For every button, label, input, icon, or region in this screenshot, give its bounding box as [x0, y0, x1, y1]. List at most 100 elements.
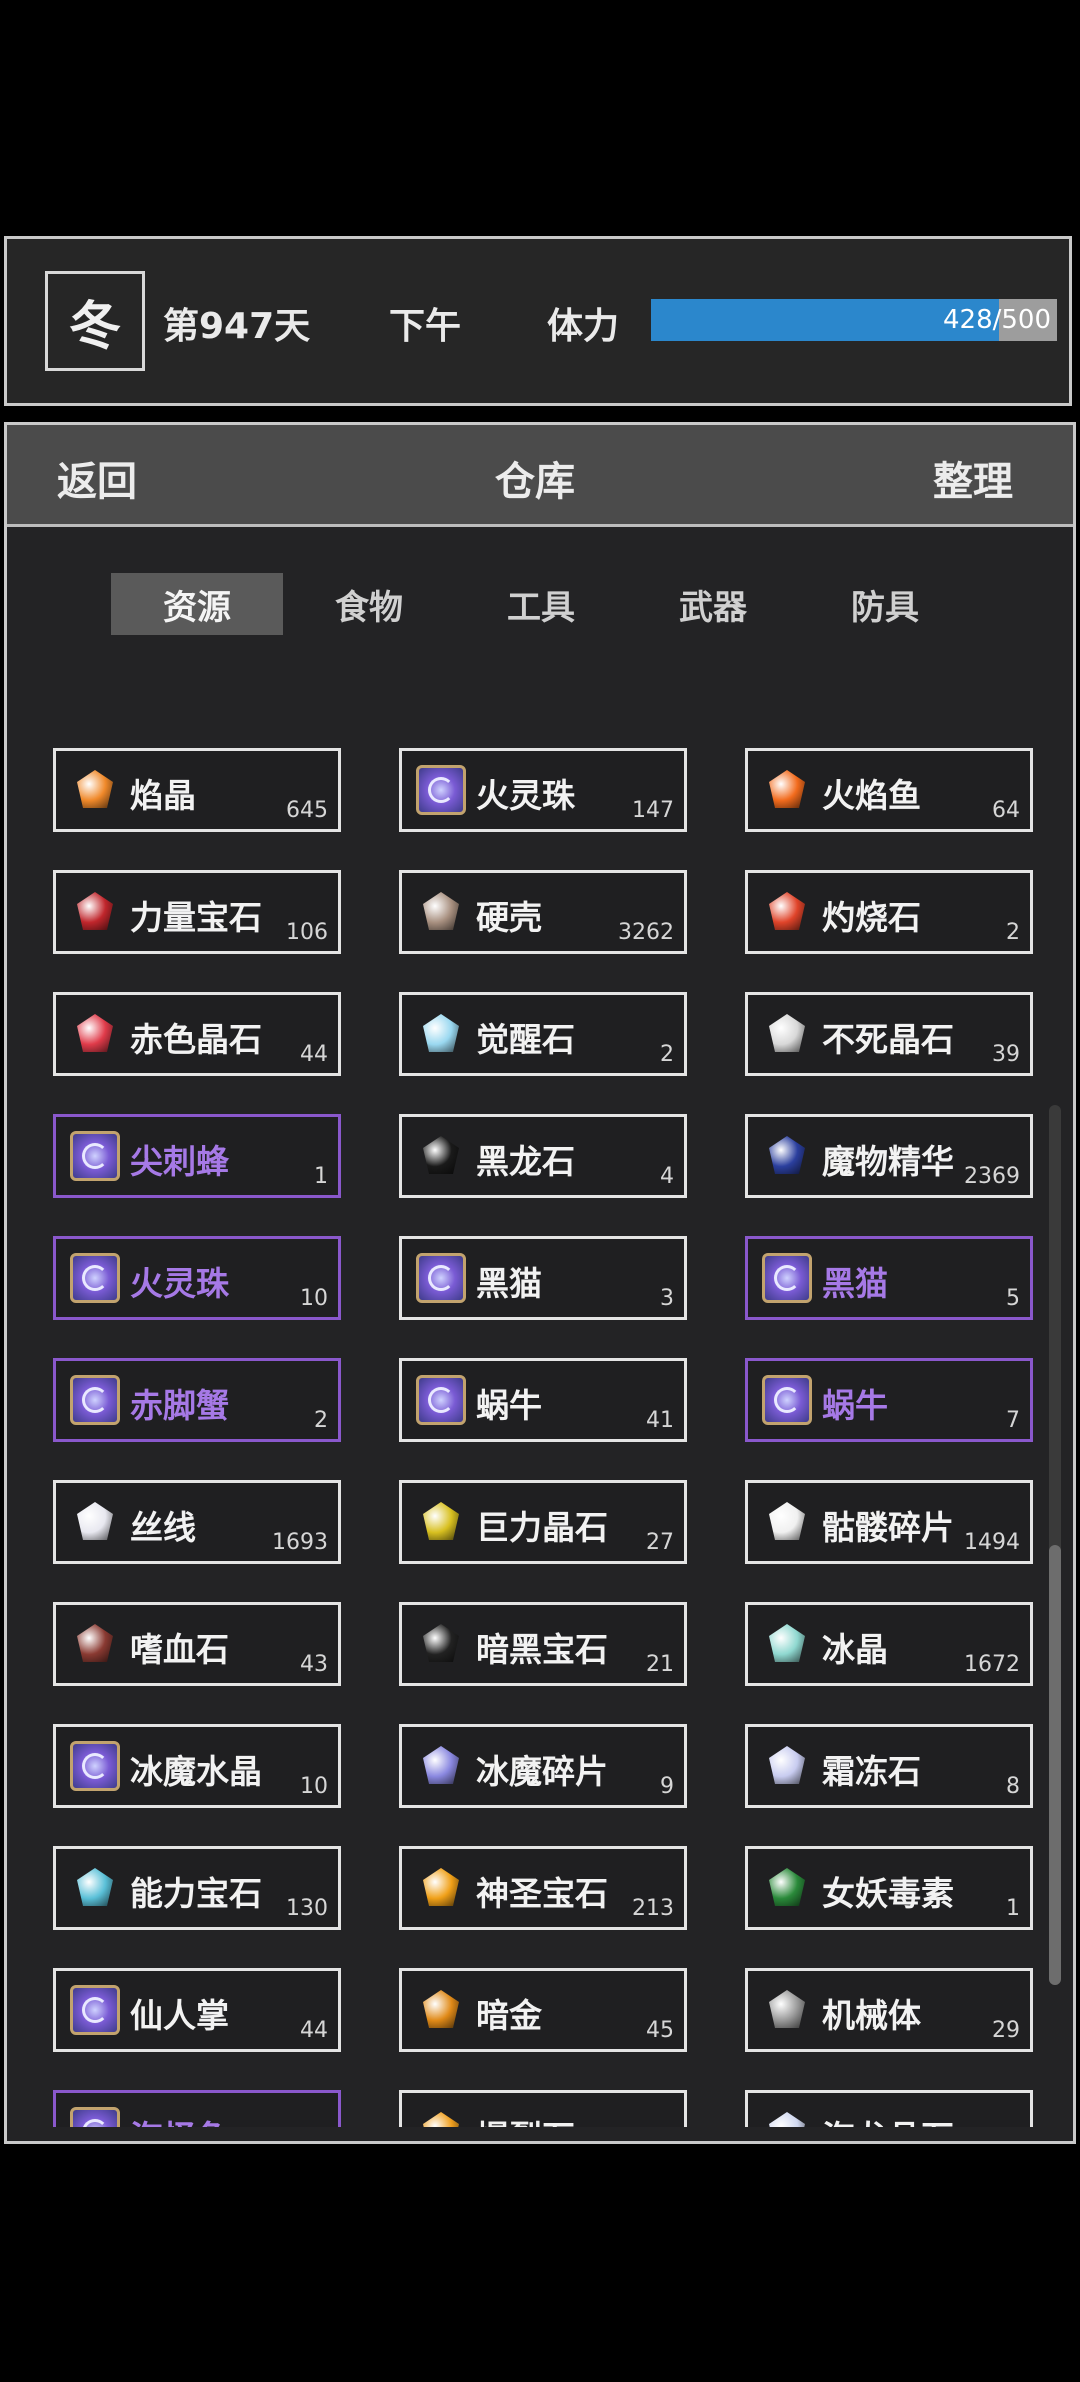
- tab-0[interactable]: 资源: [111, 573, 283, 635]
- item-count: 1494: [964, 1530, 1020, 1555]
- item-name: 觉醒石: [476, 1020, 575, 1059]
- scrollbar-thumb[interactable]: [1049, 1545, 1061, 1985]
- inventory-slot[interactable]: 骷髅碎片 1494: [745, 1480, 1033, 1564]
- item-count: 43: [300, 1652, 328, 1677]
- inventory-slot[interactable]: 霜冻石 8: [745, 1724, 1033, 1808]
- spirit-orb-icon: [70, 1131, 120, 1181]
- inventory-slot[interactable]: 爆裂石22: [399, 2090, 687, 2127]
- inventory-slot[interactable]: 海龙晶石2: [745, 2090, 1033, 2127]
- item-count: 213: [632, 1896, 674, 1921]
- item-count: 1693: [272, 1530, 328, 1555]
- item-count: 44: [300, 1042, 328, 1067]
- inventory-slot[interactable]: 机械体 29: [745, 1968, 1033, 2052]
- item-count: 9: [660, 1774, 674, 1799]
- item-count: 4: [660, 1164, 674, 1189]
- item-name: 暗黑宝石: [476, 1630, 608, 1669]
- inventory-slot[interactable]: 冰晶 1672: [745, 1602, 1033, 1686]
- item-count: 130: [286, 1896, 328, 1921]
- spirit-orb-icon: [70, 1375, 120, 1425]
- spirit-orb-icon: [70, 1253, 120, 1303]
- inventory-slot[interactable]: 魔物精华 2369: [745, 1114, 1033, 1198]
- item-name: 丝线: [130, 1508, 196, 1547]
- tab-2[interactable]: 工具: [455, 573, 627, 635]
- dark-gold-icon: [416, 1985, 466, 2035]
- item-count: 29: [992, 2018, 1020, 2043]
- item-count: 3262: [618, 920, 674, 945]
- flame-fish-icon: [762, 765, 812, 815]
- dark-gem-icon: [416, 1619, 466, 1669]
- item-name: 赤脚蟹: [130, 1386, 229, 1425]
- inventory-slot[interactable]: 硬壳 3262: [399, 870, 687, 954]
- item-count: 2: [314, 1408, 328, 1433]
- inventory-slot[interactable]: 暗金 45: [399, 1968, 687, 2052]
- spirit-orb-icon: [762, 1253, 812, 1303]
- inventory-slot[interactable]: 蜗牛 41: [399, 1358, 687, 1442]
- tab-1[interactable]: 食物: [283, 573, 455, 635]
- inventory-slot[interactable]: 尖刺蜂 1: [53, 1114, 341, 1198]
- item-count: 8: [1006, 1774, 1020, 1799]
- inventory-slot[interactable]: 火焰鱼 64: [745, 748, 1033, 832]
- inventory-slot[interactable]: 丝线 1693: [53, 1480, 341, 1564]
- power-gem-icon: [70, 887, 120, 937]
- item-name: 嗜血石: [130, 1630, 229, 1669]
- inventory-slot[interactable]: 蜗牛 7: [745, 1358, 1033, 1442]
- inventory-scroll-area[interactable]: 焰晶 645 火灵珠 147 火焰鱼 64 力量宝石 106 硬壳 3262 灼烧石 2 赤色晶石 44 觉…: [7, 725, 1073, 2127]
- ice-demon-shard-icon: [416, 1741, 466, 1791]
- item-count: 2: [1006, 920, 1020, 945]
- inventory-slot[interactable]: 力量宝石 106: [53, 870, 341, 954]
- inventory-slot[interactable]: 仙人掌 44: [53, 1968, 341, 2052]
- silk-thread-icon: [70, 1497, 120, 1547]
- item-count: 1: [1006, 1896, 1020, 1921]
- inventory-slot[interactable]: 冰魔碎片 9: [399, 1724, 687, 1808]
- inventory-slot[interactable]: 火灵珠 147: [399, 748, 687, 832]
- item-name: 骷髅碎片: [822, 1508, 954, 1547]
- inventory-slot[interactable]: 巨力晶石 27: [399, 1480, 687, 1564]
- back-button[interactable]: 返回: [57, 449, 137, 507]
- inventory-slot[interactable]: 赤脚蟹 2: [53, 1358, 341, 1442]
- scrollbar[interactable]: [1049, 1105, 1061, 1985]
- inventory-slot[interactable]: 冰魔水晶 10: [53, 1724, 341, 1808]
- tab-3[interactable]: 武器: [627, 573, 799, 635]
- flame-crystal-icon: [70, 765, 120, 815]
- spirit-orb-icon: [70, 1985, 120, 2035]
- sort-button[interactable]: 整理: [933, 449, 1013, 507]
- ice-crystal-icon: [762, 1619, 812, 1669]
- inventory-slot[interactable]: 能力宝石 130: [53, 1846, 341, 1930]
- item-name: 巨力晶石: [476, 1508, 608, 1547]
- item-count: 41: [646, 1408, 674, 1433]
- inventory-slot[interactable]: 黑猫 3: [399, 1236, 687, 1320]
- inventory-slot[interactable]: 觉醒石 2: [399, 992, 687, 1076]
- item-count: 1672: [964, 1652, 1020, 1677]
- scorch-stone-icon: [762, 887, 812, 937]
- item-name: 冰晶: [822, 1630, 888, 1669]
- inventory-slot[interactable]: 焰晶 645: [53, 748, 341, 832]
- stamina-label: 体力: [547, 306, 620, 347]
- item-count: 21: [646, 1652, 674, 1677]
- inventory-slot[interactable]: 暗黑宝石 21: [399, 1602, 687, 1686]
- tab-4[interactable]: 防具: [799, 573, 971, 635]
- hard-shell-icon: [416, 887, 466, 937]
- item-count: 645: [286, 798, 328, 823]
- inventory-slot[interactable]: 黑龙石 4: [399, 1114, 687, 1198]
- item-name: 仙人掌: [130, 1996, 229, 2035]
- inventory-slot[interactable]: 女妖毒素 1: [745, 1846, 1033, 1930]
- inventory-slot[interactable]: 嗜血石 43: [53, 1602, 341, 1686]
- item-name: 火灵珠: [476, 776, 575, 815]
- item-name: 黑猫: [822, 1264, 888, 1303]
- item-name: 尖刺蜂: [130, 1142, 229, 1181]
- item-count: 147: [632, 798, 674, 823]
- spirit-orb-icon: [416, 1375, 466, 1425]
- spirit-orb-icon: [416, 765, 466, 815]
- inventory-slot[interactable]: 火灵珠 10: [53, 1236, 341, 1320]
- inventory-slot[interactable]: 神圣宝石 213: [399, 1846, 687, 1930]
- inventory-slot[interactable]: 灼烧石 2: [745, 870, 1033, 954]
- inventory-slot[interactable]: 黑猫 5: [745, 1236, 1033, 1320]
- item-name: 魔物精华: [822, 1142, 954, 1181]
- inventory-slot[interactable]: 不死晶石 39: [745, 992, 1033, 1076]
- spirit-orb-icon: [70, 1741, 120, 1791]
- inventory-slot[interactable]: 海怪鱼12: [53, 2090, 341, 2127]
- inventory-slot[interactable]: 赤色晶石 44: [53, 992, 341, 1076]
- item-count: 27: [646, 1530, 674, 1555]
- monster-essence-icon: [762, 1131, 812, 1181]
- spirit-orb-icon: [762, 1375, 812, 1425]
